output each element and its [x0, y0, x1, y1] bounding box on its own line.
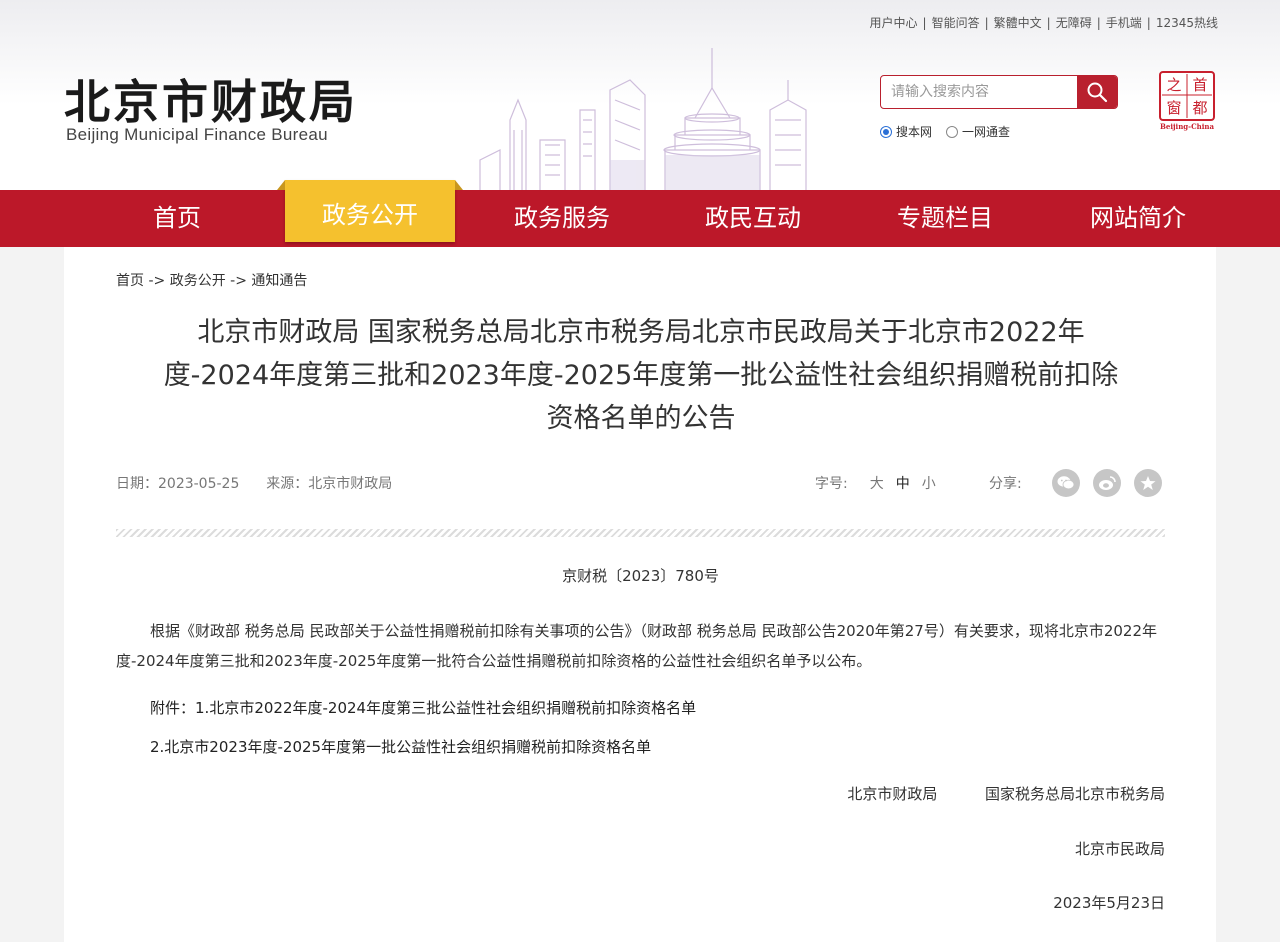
breadcrumb: 首页 -> 政务公开 -> 通知通告	[116, 270, 307, 290]
nav-item-site-intro[interactable]: 网站简介	[1053, 190, 1223, 247]
separator: |	[984, 15, 989, 30]
nav-item-government-services[interactable]: 政务服务	[477, 190, 647, 247]
weibo-share-button[interactable]	[1092, 469, 1121, 497]
attachment-2-link[interactable]: 2.北京市2023年度-2025年度第一批公益性社会组织捐赠税前扣除资格名单	[150, 738, 651, 756]
content-divider	[116, 529, 1165, 537]
site-logo-title[interactable]: 北京市财政局	[64, 66, 358, 132]
font-size-control: 字号: 大 中 小	[815, 473, 936, 493]
breadcrumb-separator: ->	[148, 273, 166, 289]
seal-char-3: 之	[1166, 76, 1181, 94]
header: 用户中心 | 智能问答 | 繁體中文 | 无障碍 | 手机端 | 12345热线…	[0, 0, 1280, 190]
publish-date: 2023-05-25	[158, 476, 240, 492]
nav-item-public-interaction[interactable]: 政民互动	[668, 190, 838, 247]
wechat-share-button[interactable]	[1051, 469, 1080, 497]
seal-caption: Beijing-China	[1160, 122, 1215, 131]
share-label: 分享:	[989, 476, 1022, 492]
breadcrumb-government-affairs[interactable]: 政务公开	[170, 273, 226, 289]
breadcrumb-notices[interactable]: 通知通告	[251, 273, 307, 289]
article-body-paragraph: 根据《财政部 税务总局 民政部关于公益性捐赠税前扣除有关事项的公告》（财政部 税…	[116, 622, 1158, 670]
source-label: 来源：	[266, 476, 309, 492]
attachment-2: 2.北京市2023年度-2025年度第一批公益性社会组织捐赠税前扣除资格名单	[150, 736, 651, 757]
signing-org-finance-bureau: 北京市财政局	[847, 785, 938, 803]
attachment-label: 附件：	[150, 699, 196, 717]
seal-char-4: 窗	[1166, 99, 1181, 117]
breadcrumb-separator: ->	[230, 273, 247, 289]
search-scope-site-radio[interactable]: 搜本网	[880, 123, 932, 140]
top-link-user-center[interactable]: 用户中心	[870, 14, 918, 31]
separator: |	[922, 15, 927, 30]
nav-item-special-topics[interactable]: 专题栏目	[860, 190, 1030, 247]
seal-char-1: 首	[1192, 76, 1207, 94]
attachment-1-link[interactable]: 1.北京市2022年度-2024年度第三批公益性社会组织捐赠税前扣除资格名单	[195, 699, 696, 717]
search-input[interactable]	[881, 76, 1077, 108]
share-bar: 分享:	[989, 469, 1175, 497]
search-button[interactable]	[1077, 76, 1117, 108]
attachment-1: 附件：1.北京市2022年度-2024年度第三批公益性社会组织捐赠税前扣除资格名…	[150, 697, 696, 718]
beijing-skyline-illustration	[479, 48, 807, 190]
search-scope-all-radio[interactable]: 一网通查	[946, 123, 1010, 140]
signing-org-tax-bureau: 国家税务总局北京市税务局	[984, 785, 1165, 803]
signing-date: 2023年5月23日	[1053, 894, 1165, 912]
article-title-line-3: 资格名单的公告	[546, 403, 736, 434]
date-label: 日期：	[116, 476, 158, 492]
nav-item-government-affairs[interactable]: 政务公开	[277, 180, 463, 242]
top-link-smart-qa[interactable]: 智能问答	[932, 14, 980, 31]
article-title-line-2: 度-2024年度第三批和2023年度-2025年度第一批公益性社会组织捐赠税前扣…	[163, 360, 1119, 391]
article-title-line-1: 北京市财政局 国家税务总局北京市税务局北京市民政局关于北京市2022年	[197, 317, 1085, 348]
font-size-medium-button[interactable]: 中	[896, 473, 910, 493]
separator: |	[1046, 15, 1051, 30]
top-link-hotline[interactable]: 12345热线	[1156, 14, 1218, 31]
top-link-accessibility[interactable]: 无障碍	[1056, 14, 1092, 31]
radio-selected-icon	[880, 125, 892, 138]
top-link-mobile[interactable]: 手机端	[1106, 14, 1142, 31]
weibo-icon	[1098, 476, 1116, 490]
main-nav: 首页 政务公开 政务服务 政民互动 专题栏目 网站简介	[0, 180, 1280, 247]
article-panel: 首页 -> 政务公开 -> 通知通告 北京市财政局 国家税务总局北京市税务局北京…	[64, 247, 1216, 942]
wechat-icon	[1057, 476, 1075, 490]
search-scope-site-label: 搜本网	[896, 125, 933, 139]
search-scope-all-label: 一网通查	[962, 125, 1011, 139]
article-meta: 日期：2023-05-25 来源：北京市财政局	[116, 473, 392, 493]
search-box	[880, 75, 1118, 109]
signing-org-civil-affairs: 北京市民政局	[1074, 840, 1165, 858]
font-size-label: 字号:	[815, 476, 848, 492]
search-scope-group: 搜本网 一网通查	[880, 123, 1010, 140]
top-link-traditional-chinese[interactable]: 繁體中文	[994, 14, 1042, 31]
font-size-small-button[interactable]: 小	[922, 473, 936, 493]
signature-line-1: 北京市财政局 国家税务总局北京市税务局	[847, 783, 1165, 804]
radio-unselected-icon	[946, 125, 959, 138]
font-size-large-button[interactable]: 大	[870, 473, 884, 493]
favorite-share-button[interactable]	[1133, 469, 1162, 497]
breadcrumb-home[interactable]: 首页	[116, 273, 144, 289]
seal-char-2: 都	[1192, 99, 1207, 117]
capital-window-logo[interactable]: 首 都 之 窗 Beijing-China	[1158, 70, 1216, 132]
star-icon	[1140, 476, 1156, 490]
separator: |	[1096, 15, 1101, 30]
separator: |	[1146, 15, 1151, 30]
site-logo-subtitle: Beijing Municipal Finance Bureau	[66, 125, 328, 144]
document-number: 京财税〔2023〕780号	[562, 567, 719, 585]
nav-item-home[interactable]: 首页	[92, 190, 262, 247]
article-title: 北京市财政局 国家税务总局北京市税务局北京市民政局关于北京市2022年 度-20…	[116, 311, 1166, 440]
search-icon	[1087, 82, 1108, 103]
top-links: 用户中心 | 智能问答 | 繁體中文 | 无障碍 | 手机端 | 12345热线	[870, 14, 1219, 31]
article-source: 北京市财政局	[308, 476, 393, 492]
